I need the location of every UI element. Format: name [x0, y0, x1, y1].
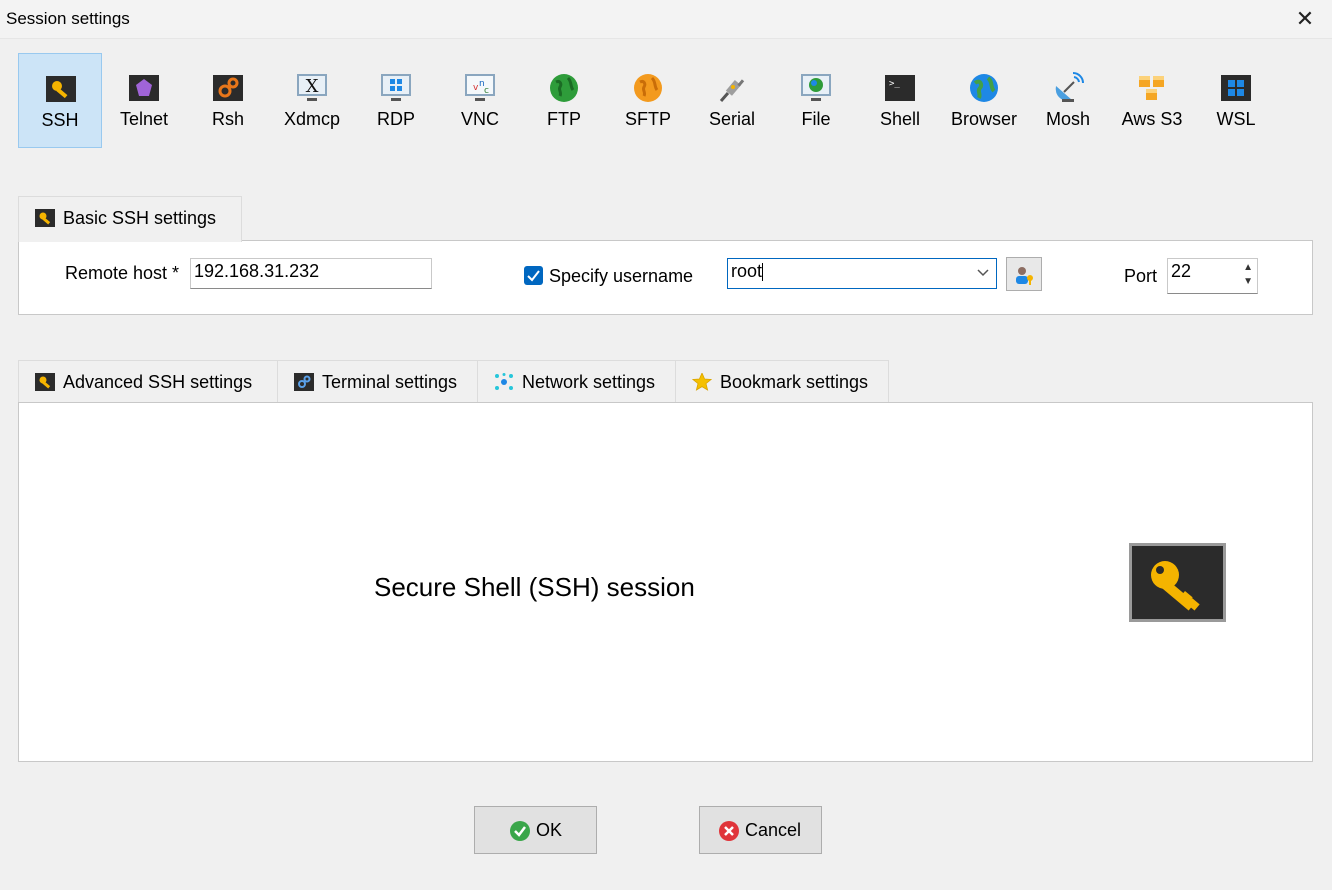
- tab-terminal-settings[interactable]: Terminal settings: [277, 360, 478, 403]
- close-icon[interactable]: ✕: [1292, 6, 1318, 32]
- tab-advanced-ssh-settings[interactable]: Advanced SSH settings: [18, 360, 278, 403]
- username-dropdown[interactable]: root: [727, 258, 997, 289]
- tab-label: Basic SSH settings: [63, 208, 217, 228]
- cancel-label: Cancel: [745, 820, 802, 840]
- ok-label: OK: [536, 820, 563, 840]
- vnc-monitor-icon: v nc: [465, 74, 495, 101]
- remote-host-label: Remote host *: [65, 263, 180, 283]
- svg-text:c: c: [484, 86, 489, 96]
- x-monitor-icon: X: [297, 74, 327, 101]
- session-type-rsh[interactable]: Rsh: [186, 53, 270, 148]
- session-type-label: SSH: [41, 110, 79, 130]
- username-value: root: [731, 261, 763, 281]
- session-type-shell[interactable]: >_ Shell: [858, 53, 942, 148]
- session-type-label: Mosh: [1045, 109, 1090, 129]
- session-type-ssh[interactable]: SSH: [18, 53, 102, 148]
- remote-host-input[interactable]: 192.168.31.232: [190, 258, 432, 289]
- serial-plug-icon: [719, 79, 745, 102]
- cancel-button[interactable]: Cancel: [699, 806, 822, 854]
- session-type-vnc[interactable]: vnc VNC: [438, 53, 522, 148]
- specify-username-label: Specify username: [549, 266, 694, 286]
- session-type-label: FTP: [547, 109, 581, 129]
- green-globe-icon: [550, 74, 578, 102]
- session-type-label: Telnet: [119, 109, 169, 129]
- ok-button[interactable]: OK: [474, 806, 597, 854]
- file-monitor-icon: [801, 74, 831, 101]
- tab-label: Terminal settings: [322, 372, 458, 392]
- aws-cubes-icon: [1139, 76, 1164, 100]
- session-type-mosh[interactable]: Mosh: [1026, 53, 1110, 148]
- checkmark-icon: [527, 270, 540, 282]
- chevron-down-icon: [977, 269, 989, 277]
- key-icon: [46, 76, 76, 102]
- telnet-gem-icon: [129, 75, 159, 101]
- session-type-label: SFTP: [624, 109, 671, 129]
- session-type-xdmcp[interactable]: X Xdmcp: [270, 53, 354, 148]
- session-type-label: Xdmcp: [283, 109, 341, 129]
- star-icon: [692, 373, 712, 391]
- session-type-label: WSL: [1216, 109, 1256, 129]
- session-description: Secure Shell (SSH) session: [374, 572, 695, 602]
- terminal-icon: >_: [885, 75, 915, 101]
- spinner-arrows[interactable]: ▲ ▼: [1243, 261, 1253, 289]
- session-type-browser[interactable]: Browser: [942, 53, 1026, 148]
- cancel-circle-icon: [719, 821, 739, 841]
- session-type-aws-s3[interactable]: Aws S3: [1110, 53, 1194, 148]
- session-type-label: Aws S3: [1121, 109, 1183, 129]
- session-type-label: Browser: [950, 109, 1017, 129]
- session-type-sftp[interactable]: SFTP: [606, 53, 690, 148]
- port-value: 22: [1171, 261, 1192, 281]
- key-icon: [35, 373, 55, 391]
- tab-network-settings[interactable]: Network settings: [477, 360, 676, 403]
- specify-username-checkbox[interactable]: [524, 266, 543, 285]
- port-spinner[interactable]: 22 ▲ ▼: [1167, 258, 1258, 294]
- session-type-wsl[interactable]: WSL: [1194, 53, 1278, 148]
- tab-label: Bookmark settings: [720, 372, 869, 392]
- session-type-label: Serial: [708, 109, 756, 129]
- network-nodes-icon: [495, 373, 513, 390]
- svg-text:X: X: [306, 76, 319, 97]
- tab-label: Network settings: [522, 372, 656, 392]
- session-type-label: Shell: [879, 109, 921, 129]
- ssh-key-large-icon: [1129, 543, 1226, 622]
- user-key-icon: [1016, 267, 1033, 285]
- windows-monitor-icon: [381, 74, 411, 101]
- session-type-telnet[interactable]: Telnet: [102, 53, 186, 148]
- svg-text:>_: >_: [889, 79, 900, 89]
- session-content-panel: Secure Shell (SSH) session: [18, 402, 1313, 762]
- rsh-gears-icon: [213, 75, 243, 101]
- session-type-label: RDP: [376, 109, 415, 129]
- tab-bookmark-settings[interactable]: Bookmark settings: [675, 360, 889, 403]
- orange-globe-icon: [634, 74, 662, 102]
- windows-logo-icon: [1221, 75, 1251, 101]
- check-circle-icon: [510, 821, 530, 841]
- window-title: Session settings: [6, 9, 130, 28]
- session-type-label: File: [801, 109, 831, 129]
- browser-globe-icon: [970, 74, 998, 102]
- user-manager-button[interactable]: [1006, 257, 1042, 291]
- session-type-file[interactable]: File: [774, 53, 858, 148]
- session-type-label: VNC: [460, 109, 499, 129]
- port-label: Port: [1124, 266, 1158, 286]
- session-type-serial[interactable]: Serial: [690, 53, 774, 148]
- title-bar: Session settings ✕: [0, 0, 1332, 39]
- session-type-rdp[interactable]: RDP: [354, 53, 438, 148]
- key-icon: [35, 209, 55, 227]
- basic-settings-panel: Remote host * 192.168.31.232 Specify use…: [18, 240, 1313, 315]
- session-type-ftp[interactable]: FTP: [522, 53, 606, 148]
- satellite-dish-icon: [1055, 72, 1084, 102]
- terminal-gears-icon: [294, 373, 314, 391]
- tab-basic-ssh-settings[interactable]: Basic SSH settings: [18, 196, 242, 242]
- tab-label: Advanced SSH settings: [63, 372, 253, 392]
- session-type-label: Rsh: [211, 109, 244, 129]
